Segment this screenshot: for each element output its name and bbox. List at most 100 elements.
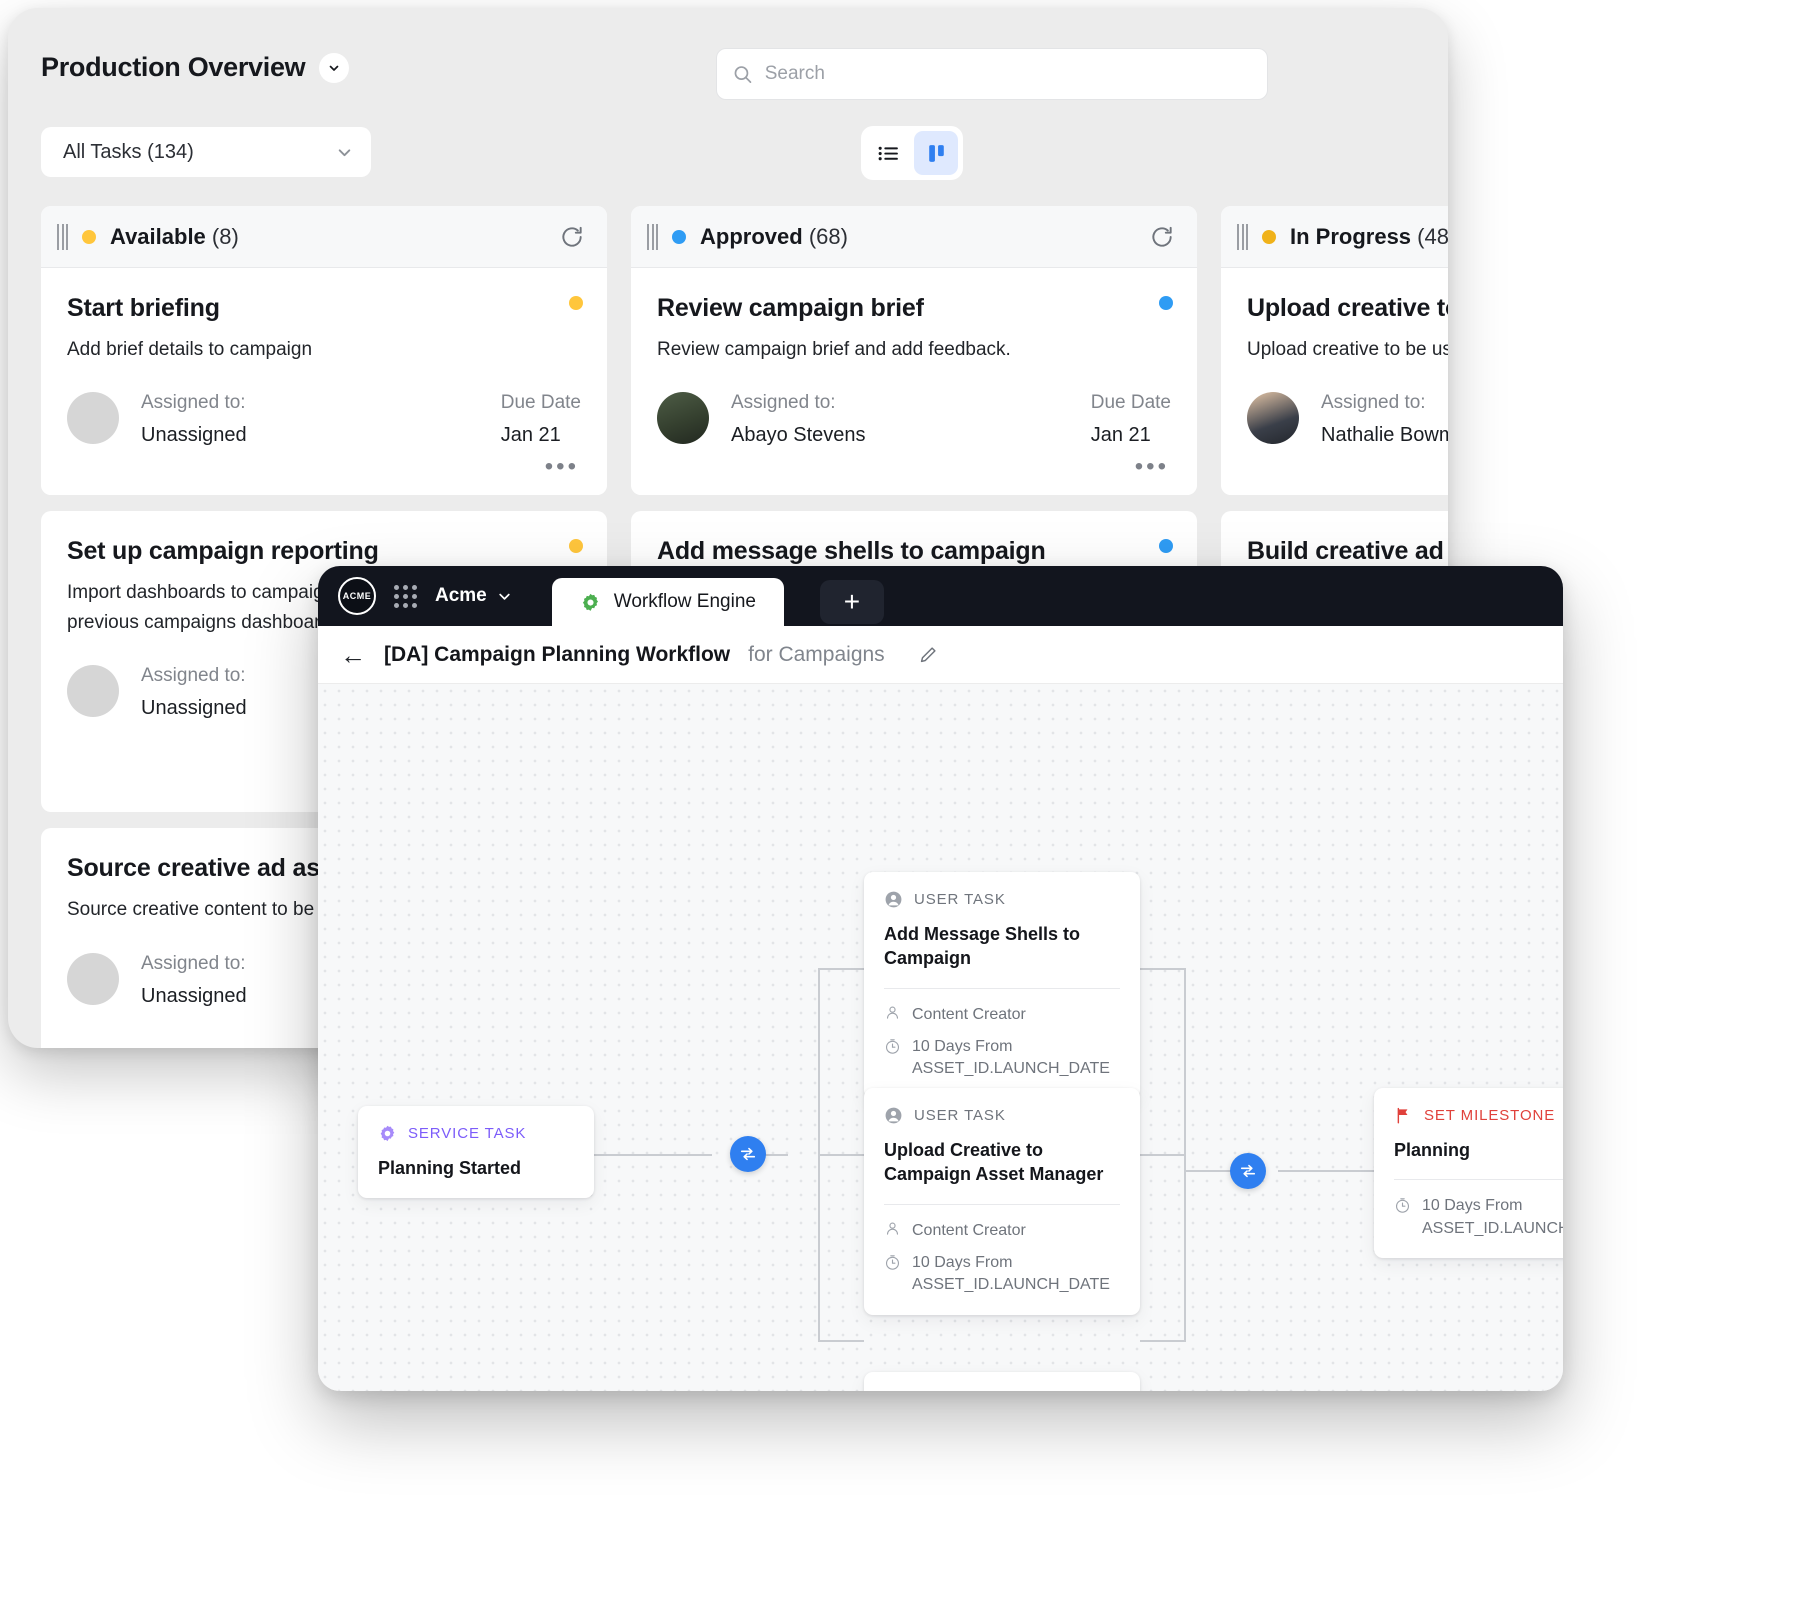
assignee-name: Abayo Stevens xyxy=(731,424,866,447)
node-kind-text: USER TASK xyxy=(914,1107,1006,1124)
workflow-subtitle: for Campaigns xyxy=(748,642,885,666)
task-filter-select[interactable]: All Tasks (134) xyxy=(41,127,371,177)
user-avatar-icon xyxy=(884,1390,903,1391)
node-timing-row: 10 Days From ASSET_ID.LAUNCH_DATE xyxy=(884,1252,1120,1297)
card-menu-button[interactable]: ••• xyxy=(1135,455,1169,479)
clock-icon xyxy=(885,1039,900,1054)
board-view-button[interactable] xyxy=(914,131,958,175)
gear-icon xyxy=(582,593,598,611)
refresh-icon[interactable] xyxy=(1149,224,1175,250)
breadcrumb: ← [DA] Campaign Planning Workflow for Ca… xyxy=(318,626,1563,684)
node-title: Planning Started xyxy=(378,1158,522,1178)
avatar xyxy=(67,665,119,718)
status-dot xyxy=(82,229,96,244)
node-timing: 10 Days From ASSET_ID.LAUNCH_DATE xyxy=(912,1253,1110,1294)
edge-gateway-vertical-top-cap xyxy=(818,968,864,970)
app-grid-icon[interactable] xyxy=(394,584,417,608)
node-kind-label: SERVICE TASK xyxy=(378,1124,574,1143)
chevron-down-icon xyxy=(330,65,339,71)
refresh-icon[interactable] xyxy=(559,224,585,250)
avatar xyxy=(1247,392,1299,445)
service-gear-icon xyxy=(380,1125,395,1142)
assignee-name: Unassigned xyxy=(141,697,247,720)
person-icon xyxy=(886,1222,899,1235)
card-title: Set up campaign reporting xyxy=(67,537,379,566)
workflow-node-service-task[interactable]: SERVICE TASK Planning Started xyxy=(358,1106,594,1199)
column-header: Available (8) xyxy=(41,206,607,268)
divider xyxy=(1394,1179,1563,1181)
title-dropdown-button[interactable] xyxy=(319,52,350,83)
tab-workflow-engine[interactable]: Workflow Engine xyxy=(551,578,784,626)
assignee-name: Unassigned xyxy=(141,984,247,1007)
card-title: Build creative ad templates xyxy=(1247,537,1448,566)
node-kind-label: USER TASK xyxy=(884,1390,1120,1391)
card-title: Add message shells to campaign xyxy=(657,537,1046,566)
split-arrows-icon xyxy=(1240,1164,1256,1178)
workflow-node-user-task-3[interactable]: USER TASK Setup Campaign Reporting xyxy=(864,1372,1140,1391)
assignee-name: Nathalie Bowman xyxy=(1321,424,1448,447)
chevron-down-icon xyxy=(499,593,510,600)
node-kind-label: USER TASK xyxy=(884,890,1120,909)
user-avatar-icon xyxy=(885,1107,902,1124)
org-switcher[interactable]: Acme xyxy=(435,585,512,607)
card-title: Upload creative to campaign xyxy=(1247,294,1448,322)
gateway-split-icon[interactable] xyxy=(730,1136,766,1172)
edit-pencil-icon[interactable] xyxy=(917,644,939,666)
list-view-button[interactable] xyxy=(866,131,910,175)
tab-label: Workflow Engine xyxy=(613,591,756,612)
column-title: Available (8) xyxy=(110,223,239,249)
node-role: Content Creator xyxy=(912,1221,1026,1239)
card-meta: Assigned to: Unassigned Due Date Jan 21 xyxy=(67,392,581,447)
assignee-name: Unassigned xyxy=(141,424,247,447)
workflow-engine-window: ACME Acme Workflow Engine + ← [DA] Campa… xyxy=(318,566,1563,1391)
drag-handle-icon[interactable] xyxy=(1237,223,1248,250)
card-description: Upload creative to be used in campaign xyxy=(1247,339,1448,360)
node-role-row: Content Creator xyxy=(884,1220,1120,1242)
divider xyxy=(884,1203,1120,1205)
task-card[interactable]: Review campaign brief Review campaign br… xyxy=(631,268,1197,496)
workflow-canvas[interactable]: SERVICE TASK Planning Started USER TASK … xyxy=(318,684,1563,1391)
assigned-label: Assigned to: xyxy=(731,392,836,414)
avatar xyxy=(657,392,709,445)
node-kind-text: SERVICE TASK xyxy=(408,1125,527,1142)
page-title: Production Overview xyxy=(41,52,306,82)
back-arrow-icon[interactable]: ← xyxy=(340,642,366,668)
workflow-node-user-task-2[interactable]: USER TASK Upload Creative to Campaign As… xyxy=(864,1088,1140,1315)
task-card[interactable]: Upload creative to campaign Upload creat… xyxy=(1221,268,1448,496)
node-kind-label: SET MILESTONE xyxy=(1394,1106,1563,1125)
node-kind-text: USER TASK xyxy=(914,891,1006,908)
node-role-row: Content Creator xyxy=(884,1004,1120,1026)
drag-handle-icon[interactable] xyxy=(57,223,68,250)
task-card[interactable]: Start briefing Add brief details to camp… xyxy=(41,268,607,496)
status-dot xyxy=(569,296,583,310)
divider xyxy=(884,987,1120,989)
edge-node1-to-join xyxy=(1140,968,1186,970)
gateway-join-icon[interactable] xyxy=(1230,1153,1266,1189)
due-date-value: Jan 21 xyxy=(500,424,561,447)
column-title: Approved (68) xyxy=(700,223,848,249)
list-icon xyxy=(878,146,898,160)
milestone-flag-icon xyxy=(1397,1107,1408,1124)
node-timing-row: 10 Days From ASSET_ID.LAUNCH_DATE xyxy=(1394,1195,1563,1240)
new-tab-button[interactable]: + xyxy=(819,580,884,624)
node-kind-text: SET MILESTONE xyxy=(1424,1107,1556,1124)
card-description: Review campaign brief and add feedback. xyxy=(657,339,1011,360)
node-timing: 10 Days From ASSET_ID.LAUNCH_DATE xyxy=(912,1037,1110,1078)
task-filter-value: All Tasks (134) xyxy=(63,140,194,163)
chevron-down-icon xyxy=(338,148,351,156)
due-date-label: Due Date xyxy=(1090,392,1171,414)
split-arrows-icon xyxy=(740,1147,756,1161)
drag-handle-icon[interactable] xyxy=(647,223,658,250)
card-menu-button[interactable]: ••• xyxy=(545,455,579,479)
status-dot xyxy=(1262,229,1276,244)
clock-icon xyxy=(1395,1198,1410,1214)
board-header: Production Overview xyxy=(41,52,350,83)
workflow-node-set-milestone[interactable]: SET MILESTONE Planning 10 Days From ASSE… xyxy=(1374,1088,1563,1259)
search-bar[interactable] xyxy=(716,48,1268,100)
avatar xyxy=(67,952,119,1005)
workflow-node-user-task-1[interactable]: USER TASK Add Message Shells to Campaign… xyxy=(864,872,1140,1099)
edge-node3-to-join xyxy=(1140,1340,1186,1342)
card-meta: Assigned to: Abayo Stevens Due Date Jan … xyxy=(657,392,1171,447)
search-input[interactable] xyxy=(764,63,1251,85)
node-timing: 10 Days From ASSET_ID.LAUNCH_DATE xyxy=(1422,1197,1563,1237)
